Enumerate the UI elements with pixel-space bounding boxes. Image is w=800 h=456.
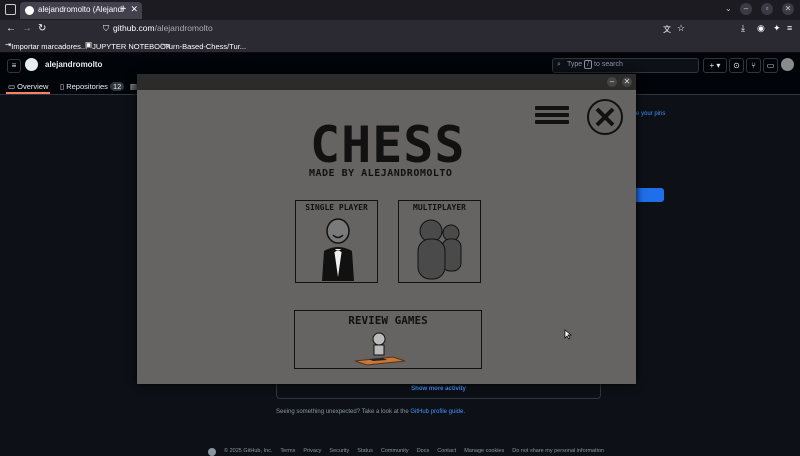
downloads-icon[interactable]: ⤓ bbox=[741, 23, 745, 34]
search-input[interactable]: ⌕ Type / to search bbox=[552, 58, 699, 73]
tab-overview[interactable]: ▭ Overview bbox=[8, 82, 48, 91]
unexpected-note: Seeing something unexpected? Take a look… bbox=[276, 409, 466, 415]
maximize-icon[interactable]: ▫ bbox=[761, 3, 773, 15]
bookmark-chess-repo[interactable]: ◌ Turn-Based-Chess/Tur... bbox=[160, 40, 246, 51]
players-icon bbox=[417, 219, 462, 280]
account-icon[interactable]: ◉ bbox=[757, 23, 765, 34]
window-controls: – ▫ ✕ bbox=[740, 3, 794, 15]
game-menu-icon[interactable] bbox=[535, 106, 569, 126]
github-favicon-icon bbox=[25, 6, 34, 15]
browser-tab-bar: alejandromolto (Alejandr ✕ + ⌄ – ▫ ✕ bbox=[0, 0, 800, 20]
search-shortcut-key: / bbox=[584, 60, 593, 69]
mouse-cursor-icon bbox=[564, 329, 572, 340]
profile-username[interactable]: alejandromolto bbox=[45, 60, 102, 69]
github-logo-icon[interactable] bbox=[25, 58, 38, 71]
game-title: CHESS bbox=[310, 116, 466, 174]
minimize-icon[interactable]: – bbox=[740, 3, 752, 15]
extensions-icon[interactable]: ✦ bbox=[773, 23, 781, 34]
reload-icon[interactable]: ↻ bbox=[38, 23, 46, 34]
shield-icon[interactable]: ⛉ bbox=[103, 24, 109, 34]
active-tab-underline bbox=[6, 92, 50, 94]
search-placeholder-suffix: to search bbox=[594, 61, 623, 68]
list-all-tabs-icon[interactable]: ⌄ bbox=[725, 4, 732, 13]
browser-nav-bar: ← → ↻ ⛉ github.com/alejandromolto 文 ☆ ⤓ … bbox=[0, 20, 800, 38]
hamburger-icon[interactable]: ≡ bbox=[7, 59, 21, 73]
search-icon: ⌕ bbox=[557, 61, 561, 68]
reviewer-icon bbox=[354, 332, 406, 366]
avatar[interactable] bbox=[781, 58, 794, 71]
url-bar[interactable]: github.com/alejandromolto bbox=[113, 23, 213, 33]
tab-close-icon[interactable]: ✕ bbox=[130, 4, 138, 15]
multiplayer-label: MULTIPLAYER bbox=[413, 203, 466, 212]
forward-icon[interactable]: → bbox=[22, 23, 32, 34]
game-close-icon[interactable]: ✕ bbox=[622, 77, 632, 87]
new-tab-icon[interactable]: + bbox=[120, 3, 126, 15]
back-icon[interactable]: ← bbox=[6, 23, 16, 34]
tab-repositories[interactable]: ▯ Repositories 12 bbox=[60, 82, 125, 91]
bookmark-import[interactable]: ⇥ Importar marcadores... bbox=[5, 40, 87, 51]
bookmarks-bar: ⇥ Importar marcadores... ▣ JUPYTER NOTEB… bbox=[0, 38, 800, 53]
bookmark-jupyter[interactable]: ▣ JUPYTER NOTEBOOK bbox=[85, 40, 171, 51]
tab-title: alejandromolto (Alejandr bbox=[38, 5, 125, 14]
issues-icon[interactable]: ⊙ bbox=[729, 58, 744, 73]
multiplayer-button[interactable]: MULTIPLAYER bbox=[398, 200, 481, 283]
menu-icon[interactable]: ≡ bbox=[787, 23, 792, 33]
url-path: /alejandromolto bbox=[154, 23, 213, 33]
show-more-activity-link[interactable]: Show more activity bbox=[277, 386, 600, 392]
chess-game-window: – ✕ CHESS MADE BY ALEJANDROMOLTO SINGLE … bbox=[137, 74, 636, 384]
translate-icon[interactable]: 文 bbox=[663, 24, 671, 35]
inbox-icon[interactable]: ▭ bbox=[763, 58, 778, 73]
search-placeholder: Type bbox=[567, 61, 583, 68]
single-player-label: SINGLE PLAYER bbox=[305, 203, 368, 212]
window-close-icon[interactable]: ✕ bbox=[782, 3, 794, 15]
pull-requests-icon[interactable]: ⑂ bbox=[746, 58, 761, 73]
review-games-button[interactable]: REVIEW GAMES bbox=[294, 310, 482, 369]
review-games-label: REVIEW GAMES bbox=[348, 314, 428, 327]
bookmark-star-icon[interactable]: ☆ bbox=[677, 23, 685, 34]
pins-link[interactable]: e your pins bbox=[636, 111, 665, 117]
create-new-icon[interactable]: + ▾ bbox=[703, 58, 727, 73]
game-credits: MADE BY ALEJANDROMOLTO bbox=[309, 168, 453, 179]
game-exit-icon[interactable] bbox=[587, 99, 623, 135]
game-window-titlebar[interactable]: – ✕ bbox=[137, 74, 636, 90]
tab-list-icon[interactable] bbox=[5, 4, 16, 15]
blue-button[interactable] bbox=[636, 188, 664, 202]
profile-guide-link[interactable]: GitHub profile guide bbox=[410, 409, 463, 415]
show-more-box: Show more activity bbox=[276, 384, 601, 399]
butler-icon bbox=[322, 218, 354, 281]
url-host: github.com bbox=[113, 23, 155, 33]
single-player-button[interactable]: SINGLE PLAYER bbox=[295, 200, 378, 283]
game-minimize-icon[interactable]: – bbox=[607, 77, 617, 87]
